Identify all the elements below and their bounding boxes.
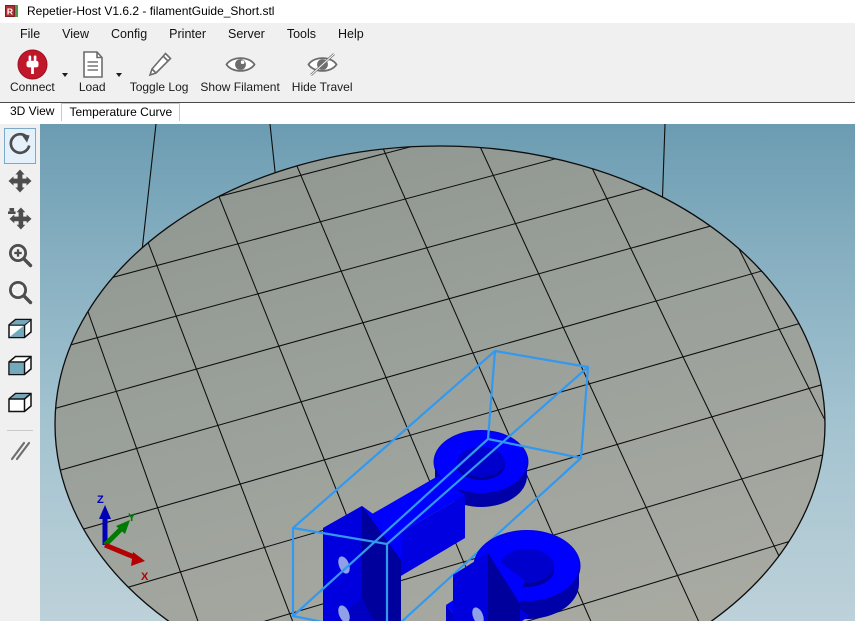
rotate-arrow-icon xyxy=(7,131,33,162)
chevron-down-icon xyxy=(116,73,123,77)
magnifier-fit-icon xyxy=(7,279,33,310)
show-filament-button[interactable]: Show Filament xyxy=(194,45,285,94)
move-cross-arrows-icon xyxy=(7,168,33,199)
load-label: Load xyxy=(78,80,106,94)
zoom-tool[interactable] xyxy=(4,239,36,275)
main-toolbar: Connect Load Toggle Log Show Filament Hi… xyxy=(0,45,855,103)
hide-travel-button[interactable]: Hide Travel xyxy=(286,45,359,94)
chevron-down-icon xyxy=(62,73,69,77)
document-load-icon xyxy=(76,48,109,81)
show-filament-label: Show Filament xyxy=(200,80,280,94)
axis-x-label: X xyxy=(141,571,149,583)
parallel-lines-icon xyxy=(7,438,33,469)
view-tab-strip: 3D View Temperature Curve xyxy=(0,103,855,121)
move-object-tool[interactable] xyxy=(4,202,36,238)
main-content: Z Y X xyxy=(0,124,855,621)
connect-button[interactable]: Connect xyxy=(4,45,61,94)
menu-item-help[interactable]: Help xyxy=(327,24,375,44)
move-view-tool[interactable] xyxy=(4,165,36,201)
title-bar: R Repetier-Host V1.6.2 - filamentGuide_S… xyxy=(0,0,855,23)
menu-bar: File View Config Printer Server Tools He… xyxy=(0,23,855,45)
toggle-log-label: Toggle Log xyxy=(129,80,189,94)
eye-crossed-icon xyxy=(306,48,339,81)
repetier-logo-icon: R xyxy=(5,4,20,19)
repetier-host-window: R Repetier-Host V1.6.2 - filamentGuide_S… xyxy=(0,0,855,621)
load-button[interactable]: Load xyxy=(70,45,115,94)
menu-item-file[interactable]: File xyxy=(9,24,51,44)
cube-wireframe-icon xyxy=(7,391,33,420)
cube-solid-icon xyxy=(7,354,33,383)
view-mode-solid[interactable] xyxy=(4,350,36,386)
rail-separator xyxy=(7,430,33,431)
3d-scene: Z Y X xyxy=(54,124,826,621)
view-mode-textured[interactable] xyxy=(4,313,36,349)
view-mode-wireframe[interactable] xyxy=(4,387,36,423)
magnifier-plus-icon xyxy=(7,242,33,273)
move-object-arrows-icon xyxy=(7,205,33,236)
load-group: Load xyxy=(70,45,124,94)
plug-connect-icon xyxy=(16,48,49,81)
tab-3d-view[interactable]: 3D View xyxy=(3,103,62,121)
eye-icon xyxy=(224,48,257,81)
axis-y-label: Y xyxy=(128,512,136,524)
view-mode-edges[interactable] xyxy=(4,435,36,471)
axis-z-label: Z xyxy=(97,494,104,506)
menu-item-config[interactable]: Config xyxy=(100,24,158,44)
toggle-log-button[interactable]: Toggle Log xyxy=(124,45,195,94)
view-tool-rail xyxy=(0,124,40,621)
hide-travel-label: Hide Travel xyxy=(291,80,353,94)
svg-text:R: R xyxy=(7,7,13,17)
pencil-log-icon xyxy=(143,48,176,81)
connect-dropdown-arrow[interactable] xyxy=(61,45,70,93)
menu-item-tools[interactable]: Tools xyxy=(276,24,327,44)
menu-item-printer[interactable]: Printer xyxy=(158,24,217,44)
tab-temperature-curve[interactable]: Temperature Curve xyxy=(61,103,181,121)
zoom-fit-tool[interactable] xyxy=(4,276,36,312)
cube-diagonal-icon xyxy=(7,317,33,346)
3d-viewport[interactable]: Z Y X xyxy=(40,124,855,621)
menu-item-server[interactable]: Server xyxy=(217,24,276,44)
load-dropdown-arrow[interactable] xyxy=(115,45,124,93)
connect-label: Connect xyxy=(10,80,55,94)
rotate-view-tool[interactable] xyxy=(4,128,36,164)
connect-group: Connect xyxy=(4,45,70,94)
menu-item-view[interactable]: View xyxy=(51,24,100,44)
window-title: Repetier-Host V1.6.2 - filamentGuide_Sho… xyxy=(27,4,275,18)
